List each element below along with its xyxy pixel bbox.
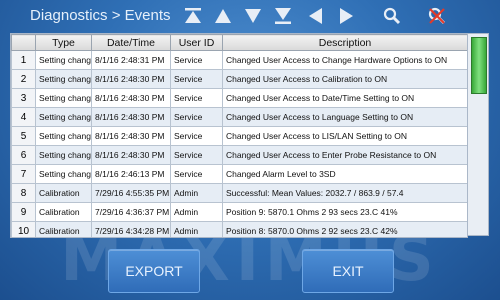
cell-user-id: Service: [170, 126, 223, 146]
last-page-icon[interactable]: [273, 7, 293, 25]
cell-user-id: Service: [170, 88, 223, 108]
cell-type: Calibration: [35, 221, 92, 237]
cell-datetime: 8/1/16 2:46:13 PM: [91, 164, 171, 184]
row-index: 2: [11, 69, 36, 89]
cell-user-id: Service: [170, 69, 223, 89]
cell-description: Changed User Access to Change Hardware O…: [222, 50, 467, 70]
table-row[interactable]: 10 Calibration 7/29/16 4:34:28 PM Admin …: [11, 221, 467, 237]
cell-user-id: Service: [170, 145, 223, 165]
cell-description: Changed Alarm Level to 3SD: [222, 164, 467, 184]
cell-datetime: 8/1/16 2:48:30 PM: [91, 88, 171, 108]
table-row[interactable]: 6 Setting change 8/1/16 2:48:30 PM Servi…: [11, 145, 467, 165]
cell-description: Successful: Mean Values: 2032.7 / 863.9 …: [222, 183, 467, 203]
table-row[interactable]: 3 Setting change 8/1/16 2:48:30 PM Servi…: [11, 88, 467, 108]
cell-datetime: 8/1/16 2:48:30 PM: [91, 126, 171, 146]
row-index: 10: [11, 221, 36, 237]
cell-type: Calibration: [35, 202, 92, 222]
cell-user-id: Admin: [170, 202, 223, 222]
index-column-header: [11, 34, 36, 51]
table-row[interactable]: 7 Setting change 8/1/16 2:46:13 PM Servi…: [11, 164, 467, 184]
cell-type: Setting change: [35, 88, 92, 108]
cell-user-id: Service: [170, 164, 223, 184]
cell-description: Changed User Access to Date/Time Setting…: [222, 88, 467, 108]
row-index: 5: [11, 126, 36, 146]
table-header-row: Type Date/Time User ID Description: [11, 34, 467, 51]
events-table[interactable]: Type Date/Time User ID Description 1 Set…: [10, 33, 468, 238]
scroll-right-icon[interactable]: [336, 7, 356, 25]
table-row[interactable]: 9 Calibration 7/29/16 4:36:37 PM Admin P…: [11, 202, 467, 222]
first-page-icon[interactable]: [183, 7, 203, 25]
page-up-icon[interactable]: [213, 7, 233, 25]
column-header-type[interactable]: Type: [35, 34, 92, 51]
cell-description: Changed User Access to Language Setting …: [222, 107, 467, 127]
search-icon[interactable]: [382, 7, 402, 25]
cell-datetime: 7/29/16 4:55:35 PM: [91, 183, 171, 203]
cell-type: Setting change: [35, 107, 92, 127]
cell-description: Position 8: 5870.0 Ohms 2 92 secs 23.C 4…: [222, 221, 467, 237]
cell-type: Calibration: [35, 183, 92, 203]
scrollbar-thumb[interactable]: [471, 37, 487, 94]
cell-user-id: Service: [170, 107, 223, 127]
header-bar: Diagnostics > Events: [0, 0, 500, 32]
cell-user-id: Service: [170, 50, 223, 70]
page-down-icon[interactable]: [243, 7, 263, 25]
cell-datetime: 7/29/16 4:34:28 PM: [91, 221, 171, 237]
cell-user-id: Admin: [170, 221, 223, 237]
table-row[interactable]: 1 Setting change 8/1/16 2:48:31 PM Servi…: [11, 50, 467, 70]
row-index: 6: [11, 145, 36, 165]
clear-filter-icon[interactable]: [427, 7, 447, 25]
scroll-left-icon[interactable]: [306, 7, 326, 25]
cell-description: Changed User Access to Calibration to ON: [222, 69, 467, 89]
row-index: 3: [11, 88, 36, 108]
row-index: 8: [11, 183, 36, 203]
table-row[interactable]: 8 Calibration 7/29/16 4:55:35 PM Admin S…: [11, 183, 467, 203]
cell-type: Setting change: [35, 145, 92, 165]
cell-user-id: Admin: [170, 183, 223, 203]
table-row[interactable]: 5 Setting change 8/1/16 2:48:30 PM Servi…: [11, 126, 467, 146]
cell-datetime: 8/1/16 2:48:31 PM: [91, 50, 171, 70]
column-header-description[interactable]: Description: [222, 34, 467, 51]
cell-description: Changed User Access to Enter Probe Resis…: [222, 145, 467, 165]
row-index: 4: [11, 107, 36, 127]
cell-datetime: 7/29/16 4:36:37 PM: [91, 202, 171, 222]
cell-type: Setting change: [35, 126, 92, 146]
cell-type: Setting change: [35, 164, 92, 184]
column-header-datetime[interactable]: Date/Time: [91, 34, 171, 51]
cell-type: Setting change: [35, 69, 92, 89]
row-index: 7: [11, 164, 36, 184]
cell-type: Setting change: [35, 50, 92, 70]
row-index: 9: [11, 202, 36, 222]
cell-description: Position 9: 5870.1 Ohms 2 93 secs 23.C 4…: [222, 202, 467, 222]
column-header-user-id[interactable]: User ID: [170, 34, 223, 51]
cell-description: Changed User Access to LIS/LAN Setting t…: [222, 126, 467, 146]
table-row[interactable]: 2 Setting change 8/1/16 2:48:30 PM Servi…: [11, 69, 467, 89]
exit-button[interactable]: EXIT: [302, 249, 394, 293]
row-index: 1: [11, 50, 36, 70]
vertical-scrollbar[interactable]: [467, 33, 489, 236]
export-button[interactable]: EXPORT: [108, 249, 200, 293]
cell-datetime: 8/1/16 2:48:30 PM: [91, 145, 171, 165]
cell-datetime: 8/1/16 2:48:30 PM: [91, 69, 171, 89]
page-title: Diagnostics > Events: [30, 7, 171, 24]
table-row[interactable]: 4 Setting change 8/1/16 2:48:30 PM Servi…: [11, 107, 467, 127]
cell-datetime: 8/1/16 2:48:30 PM: [91, 107, 171, 127]
